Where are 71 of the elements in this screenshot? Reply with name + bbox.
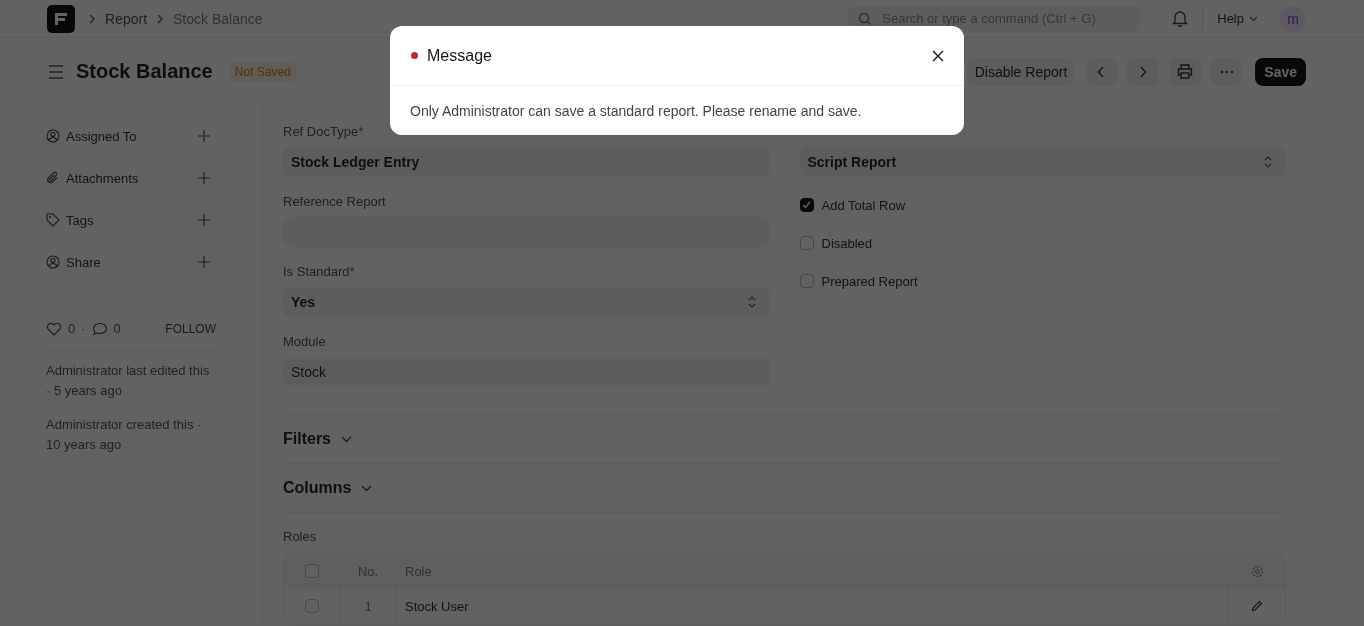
field-label: Ref DocType* [283, 124, 365, 139]
select-field[interactable]: Script Report [799, 147, 1286, 177]
select-all-checkbox[interactable] [304, 564, 319, 578]
select-arrows-icon [747, 296, 756, 308]
follow-link[interactable]: FOLLOW [165, 321, 216, 336]
chevron-down-icon[interactable] [341, 435, 352, 443]
status-badge: Not Saved [228, 61, 297, 82]
chevron-left-icon [1097, 65, 1106, 78]
plus-icon[interactable] [198, 214, 210, 226]
select-arrows-icon [1264, 156, 1272, 168]
pencil-icon[interactable] [1251, 600, 1263, 612]
checkbox-label: Add Total Row [821, 197, 906, 213]
search-icon [858, 11, 873, 26]
printer-icon [1177, 64, 1194, 79]
save-button[interactable]: Save [1255, 57, 1306, 86]
checkbox-label: Disabled [821, 235, 873, 251]
sidebar-item[interactable]: Tags [66, 212, 198, 228]
chevron-down-icon[interactable] [361, 484, 373, 492]
app-logo-icon[interactable] [47, 4, 75, 33]
plus-icon[interactable] [198, 172, 210, 184]
checkbox[interactable] [799, 198, 814, 212]
help-menu[interactable]: Help [1217, 11, 1258, 26]
breadcrumb-link[interactable]: Report [105, 10, 148, 27]
comment-icon[interactable] [91, 321, 108, 336]
previous-button[interactable] [1085, 57, 1118, 86]
sidebar-item[interactable]: Attachments [66, 170, 198, 186]
plus-icon[interactable] [198, 130, 210, 142]
user-icon [46, 255, 60, 269]
row-checkbox[interactable] [304, 599, 319, 613]
paperclip-icon [46, 171, 60, 185]
comment-count: 0 [113, 321, 121, 336]
caret-icon [1249, 15, 1258, 22]
bell-icon[interactable] [1172, 10, 1189, 27]
section-title[interactable]: Columns [283, 479, 352, 497]
input-field[interactable]: Yes [283, 287, 770, 317]
activity-text: Administrator created this · 10 years ago [46, 416, 203, 454]
separator-dot: · [81, 321, 86, 336]
chevron-right-icon [89, 13, 95, 24]
dialog-message: Only Administrator can save a standard report. Please rename and save. [409, 102, 863, 121]
settings-icon[interactable] [1250, 564, 1264, 578]
checkbox-label: Prepared Report [821, 273, 918, 289]
user-icon [46, 129, 60, 143]
table-cell: Stock User [397, 588, 1229, 624]
disable-report-button[interactable]: Disable Report [966, 57, 1076, 86]
avatar[interactable]: m [1280, 5, 1306, 32]
sidebar-item[interactable]: Share [66, 254, 198, 270]
close-icon [932, 49, 944, 62]
checkbox[interactable] [799, 236, 814, 250]
field-label: Is Standard* [283, 264, 356, 279]
heart-icon[interactable] [46, 321, 62, 336]
field-label: Module [283, 334, 327, 349]
like-count: 0 [68, 321, 76, 336]
activity-text: Administrator last edited this · 5 years ago [46, 362, 211, 400]
field-label: Reference Report [283, 194, 387, 209]
input-field[interactable]: Stock [283, 357, 770, 387]
chevron-right-icon [157, 13, 164, 24]
more-button[interactable] [1211, 57, 1244, 86]
print-button[interactable] [1169, 57, 1202, 86]
chevron-right-icon [1139, 65, 1148, 78]
next-button[interactable] [1127, 57, 1160, 86]
ellipsis-icon [1220, 69, 1235, 74]
checkbox[interactable] [799, 274, 814, 288]
menu-icon[interactable] [48, 64, 64, 79]
table-label: Roles [283, 529, 318, 544]
dialog-title: Message [427, 46, 492, 65]
sidebar-item[interactable]: Assigned To [66, 128, 198, 144]
plus-icon[interactable] [198, 256, 210, 268]
page-title: Stock Balance [76, 60, 213, 83]
input-field[interactable]: Stock Ledger Entry [283, 147, 770, 177]
tag-icon [46, 213, 60, 227]
section-title[interactable]: Filters [283, 430, 331, 448]
